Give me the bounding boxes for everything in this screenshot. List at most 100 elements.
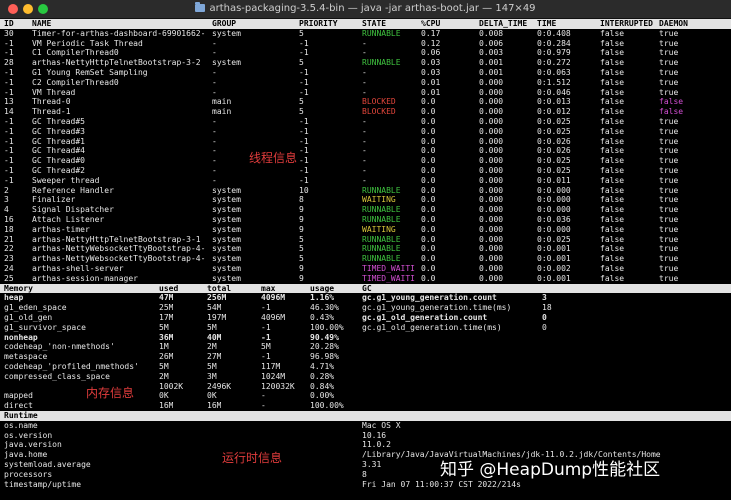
thread-cell: 0.0	[421, 224, 436, 234]
thread-cell: 0.03	[421, 68, 441, 77]
thread-cell: 0:0.000	[537, 224, 571, 234]
thread-cell: 10	[299, 185, 309, 195]
thread-cell: -1	[4, 166, 14, 175]
thread-cell: 0:0.013	[537, 97, 571, 107]
thread-cell: false	[600, 205, 625, 215]
thread-cell: -	[362, 87, 367, 97]
thread-cell: false	[600, 77, 625, 87]
thread-cell: RUNNABLE	[362, 28, 401, 38]
thread-cell: false	[600, 68, 625, 77]
thread-cell: system	[212, 264, 241, 273]
thread-cell: system	[212, 224, 241, 234]
memory-cell: 100.00%	[310, 322, 344, 332]
thread-cell: false	[600, 126, 625, 136]
thread-cell: system	[212, 273, 241, 283]
thread-cell: -1	[4, 175, 14, 185]
thread-cell: 5	[299, 58, 304, 68]
thread-cell: 24	[4, 264, 14, 273]
thread-cell: 0.000	[479, 97, 504, 107]
thread-cell: 0.0	[421, 156, 436, 166]
thread-cell: arthas-session-manager	[32, 273, 138, 283]
thread-row: 25 arthas-session-manager system 9 TIMED_WAI…	[0, 274, 731, 284]
thread-cell: true	[659, 156, 679, 166]
thread-cell: 0.006	[479, 38, 504, 48]
memory-row: metaspace 26M 27M -1 96.98%	[0, 352, 731, 362]
thread-row: -1 G1 Young RemSet Sampling - -1 - 0.03 0.001 0…	[0, 68, 731, 78]
thread-cell: arthas-shell-server	[32, 264, 124, 273]
memory-cell: 2M	[159, 371, 169, 381]
thread-cell: 0.000	[479, 205, 504, 215]
memory-cell: 100.00%	[310, 401, 344, 411]
thread-cell: false	[600, 117, 625, 126]
runtime-cell: Mac OS X	[362, 420, 401, 430]
thread-cell: 0.000	[479, 264, 504, 273]
thread-row: 13 Thread-0 main 5 BLOCKED 0.0 0.000 0:0.013 fal…	[0, 97, 731, 107]
thread-cell: 0.000	[479, 175, 504, 185]
memory-cell: nonheap	[4, 332, 38, 342]
thread-cell: true	[659, 68, 679, 77]
runtime-cell: processors	[4, 469, 53, 479]
thread-row: -1 GC Thread#5 - -1 - 0.0 0.000 0:0.025 false tru…	[0, 117, 731, 127]
thread-cell: true	[659, 58, 679, 68]
thread-cell: 0:0.000	[537, 195, 571, 205]
memory-row: direct 16M 16M - 100.00%	[0, 401, 731, 411]
thread-col-header: STATE	[362, 19, 387, 28]
thread-cell: 0.17	[421, 28, 441, 38]
thread-cell: Reference Handler	[32, 185, 114, 195]
thread-cell: -	[212, 117, 217, 126]
thread-cell: GC Thread#0	[32, 156, 85, 166]
thread-cell: 22	[4, 244, 14, 254]
memory-cell: -1	[261, 352, 271, 362]
thread-cell: GC Thread#1	[32, 136, 85, 146]
thread-cell: -1	[299, 68, 309, 77]
thread-cell: 5	[299, 234, 304, 244]
thread-cell: 0.000	[479, 195, 504, 205]
thread-cell: 9	[299, 264, 304, 273]
memory-row: heap 47M 256M 4096M 1.16% gc.g1_young_generat…	[0, 293, 731, 303]
memory-cell: direct	[4, 401, 33, 411]
memory-cell: heap	[4, 293, 24, 303]
thread-cell: 30	[4, 28, 14, 38]
thread-cell: RUNNABLE	[362, 185, 401, 195]
thread-cell: 0:0.011	[537, 175, 571, 185]
thread-cell: 0:0.036	[537, 215, 571, 224]
runtime-cell: Fri Jan 07 11:00:37 CST 2022/214s	[362, 479, 521, 489]
thread-cell: system	[212, 195, 241, 205]
memory-cell: g1_survivor_space	[4, 322, 86, 332]
thread-cell: -	[362, 146, 367, 156]
thread-cell: 9	[299, 273, 304, 283]
thread-cell: TIMED_WAITI	[362, 273, 415, 283]
thread-cell: Timer-for-arthas-dashboard-69901662-	[32, 28, 206, 38]
title-bar[interactable]: arthas-packaging-3.5.4-bin — java -jar a…	[0, 0, 731, 19]
thread-cell: WAITING	[362, 224, 396, 234]
runtime-cell: java.version	[4, 440, 62, 450]
thread-row: 22 arthas-NettyWebsocketTtyBootstrap-4- sy…	[0, 244, 731, 254]
thread-cell: 0:0.025	[537, 117, 571, 126]
thread-cell: 0.000	[479, 136, 504, 146]
thread-cell: false	[600, 156, 625, 166]
memory-cell: 5M	[207, 322, 217, 332]
runtime-cell: 8	[362, 469, 367, 479]
thread-cell: 0.000	[479, 234, 504, 244]
thread-cell: -	[212, 175, 217, 185]
thread-cell: false	[600, 185, 625, 195]
thread-cell: false	[659, 107, 684, 117]
thread-cell: true	[659, 175, 679, 185]
runtime-cell: java.home	[4, 450, 48, 460]
terminal-content[interactable]: ID NAME GROUP PRIORITY STATE %CPU DELTA_TIME TI…	[0, 19, 731, 500]
thread-row: -1 C1 CompilerThread0 - -1 - 0.06 0.003 0:0.979…	[0, 48, 731, 58]
gc-cell: gc.g1_young_generation.count	[362, 293, 497, 303]
memory-cell: 120032K	[261, 381, 295, 391]
thread-cell: -1	[4, 146, 14, 156]
thread-cell: -	[362, 38, 367, 48]
thread-cell: -1	[299, 38, 309, 48]
memory-cell: -	[261, 391, 266, 401]
thread-cell: -	[362, 126, 367, 136]
runtime-cell: systemload.average	[4, 460, 91, 469]
gc-col-header: GC	[362, 283, 372, 293]
thread-cell: -	[212, 126, 217, 136]
thread-row: 30 Timer-for-arthas-dashboard-69901662- sy…	[0, 29, 731, 39]
thread-cell: -1	[299, 146, 309, 156]
runtime-col-header: Runtime	[4, 411, 38, 420]
thread-cell: 0:0.026	[537, 146, 571, 156]
